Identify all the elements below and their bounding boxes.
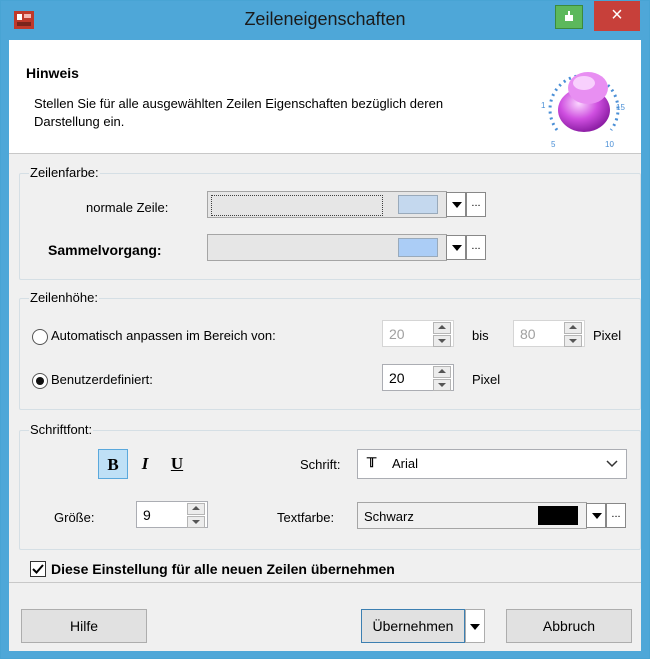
spin-down-icon[interactable] [433, 379, 451, 391]
bis-label: bis [472, 328, 489, 343]
spin-down-icon [433, 335, 451, 347]
hint-title: Hinweis [26, 65, 79, 81]
close-icon: × [611, 4, 623, 26]
window-title: Zeileneigenschaften [244, 9, 406, 29]
sammelvorgang-color-swatch [398, 238, 438, 257]
zeilenhoehe-group: Zeilenhöhe: Automatisch anpassen im Bere… [19, 290, 641, 410]
sammelvorgang-color-more-button[interactable]: ... [466, 235, 486, 260]
sammelvorgang-color-combo[interactable] [207, 234, 447, 261]
hint-text: Stellen Sie für alle ausgewählten Zeilen… [34, 96, 444, 129]
spin-up-icon[interactable] [433, 366, 451, 378]
extra-window-button[interactable] [555, 5, 583, 29]
dial-label: 10 [605, 140, 614, 149]
bold-button[interactable]: B [98, 449, 128, 479]
italic-button[interactable]: I [130, 449, 160, 479]
normal-row-color-combo[interactable] [207, 191, 447, 218]
text-color-combo[interactable]: Schwarz [357, 502, 587, 529]
zeilenfarbe-legend: Zeilenfarbe: [29, 165, 100, 180]
custom-height-label[interactable]: Benutzerdefiniert: [51, 372, 153, 387]
spin-up-icon [564, 322, 582, 334]
auto-min-stepper: 20 [382, 320, 454, 347]
checkmark-icon [32, 564, 44, 574]
schrift-label: Schrift: [300, 457, 341, 472]
underline-button[interactable]: U [162, 449, 192, 479]
dial-knob-icon: 1 5 10 15 [541, 72, 625, 149]
cancel-button[interactable]: Abbruch [506, 609, 632, 643]
dial-label: 15 [616, 103, 625, 112]
normal-row-color-more-button[interactable]: ... [466, 192, 486, 217]
pixel-label: Pixel [593, 328, 622, 343]
spin-up-icon [433, 322, 451, 334]
apply-dropdown-button[interactable] [465, 609, 485, 643]
normal-row-label: normale Zeile: [86, 200, 169, 215]
schriftfont-group: Schriftfont: B I U Schrift: 𝕋 Arial Größ… [19, 422, 641, 550]
text-color-dropdown-button[interactable] [586, 503, 606, 528]
dialog-window: Zeileneigenschaften × Hinweis Stellen Si… [0, 0, 650, 659]
truetype-font-icon: 𝕋 [367, 455, 377, 470]
zeilenhoehe-legend: Zeilenhöhe: [29, 290, 99, 305]
textfarbe-label: Textfarbe: [277, 510, 335, 525]
normal-row-color-dropdown-button[interactable] [446, 192, 466, 217]
text-color-value: Schwarz [364, 509, 414, 524]
schriftfont-legend: Schriftfont: [29, 422, 94, 437]
sammelvorgang-color-dropdown-button[interactable] [446, 235, 466, 260]
chevron-down-icon [470, 624, 480, 630]
custom-height-radio[interactable] [32, 373, 48, 389]
chevron-down-icon [606, 460, 618, 468]
spin-down-icon [564, 335, 582, 347]
apply-all-checkbox[interactable] [30, 561, 46, 577]
custom-pixel-label: Pixel [472, 372, 501, 387]
font-size-stepper[interactable]: 9 [136, 501, 208, 528]
text-color-swatch [538, 506, 578, 525]
text-color-more-button[interactable]: ... [606, 503, 626, 528]
title-bar[interactable]: Zeileneigenschaften × [1, 1, 649, 40]
close-button[interactable]: × [594, 1, 640, 31]
spin-up-icon[interactable] [187, 503, 205, 515]
dial-label: 5 [551, 140, 556, 149]
focus-rectangle [211, 195, 383, 216]
auto-height-radio[interactable] [32, 329, 48, 345]
dialog-content: Hinweis Stellen Sie für alle ausgewählte… [9, 40, 641, 651]
custom-height-stepper[interactable]: 20 [382, 364, 454, 391]
auto-max-stepper: 80 [513, 320, 585, 347]
spin-down-icon[interactable] [187, 516, 205, 528]
auto-min-value: 20 [389, 326, 405, 342]
custom-height-value[interactable]: 20 [389, 370, 405, 386]
font-size-value[interactable]: 9 [143, 507, 151, 523]
apply-all-label[interactable]: Diese Einstellung für alle neuen Zeilen … [51, 561, 395, 577]
zeilenfarbe-group: Zeilenfarbe: normale Zeile: ... Sammelvo… [19, 165, 641, 280]
font-select-value: Arial [392, 456, 419, 471]
help-button[interactable]: Hilfe [21, 609, 147, 643]
apply-button[interactable]: Übernehmen [361, 609, 465, 643]
auto-max-value: 80 [520, 326, 536, 342]
normal-row-color-swatch [398, 195, 438, 214]
hint-panel: Hinweis Stellen Sie für alle ausgewählte… [9, 40, 641, 154]
font-select[interactable]: 𝕋 Arial [357, 449, 627, 479]
sammelvorgang-label: Sammelvorgang: [48, 242, 162, 258]
dial-label: 1 [541, 101, 546, 110]
auto-height-label[interactable]: Automatisch anpassen im Bereich von: [51, 328, 276, 343]
footer-divider [9, 582, 641, 583]
groesse-label: Größe: [54, 510, 95, 525]
hand-icon [565, 11, 573, 21]
